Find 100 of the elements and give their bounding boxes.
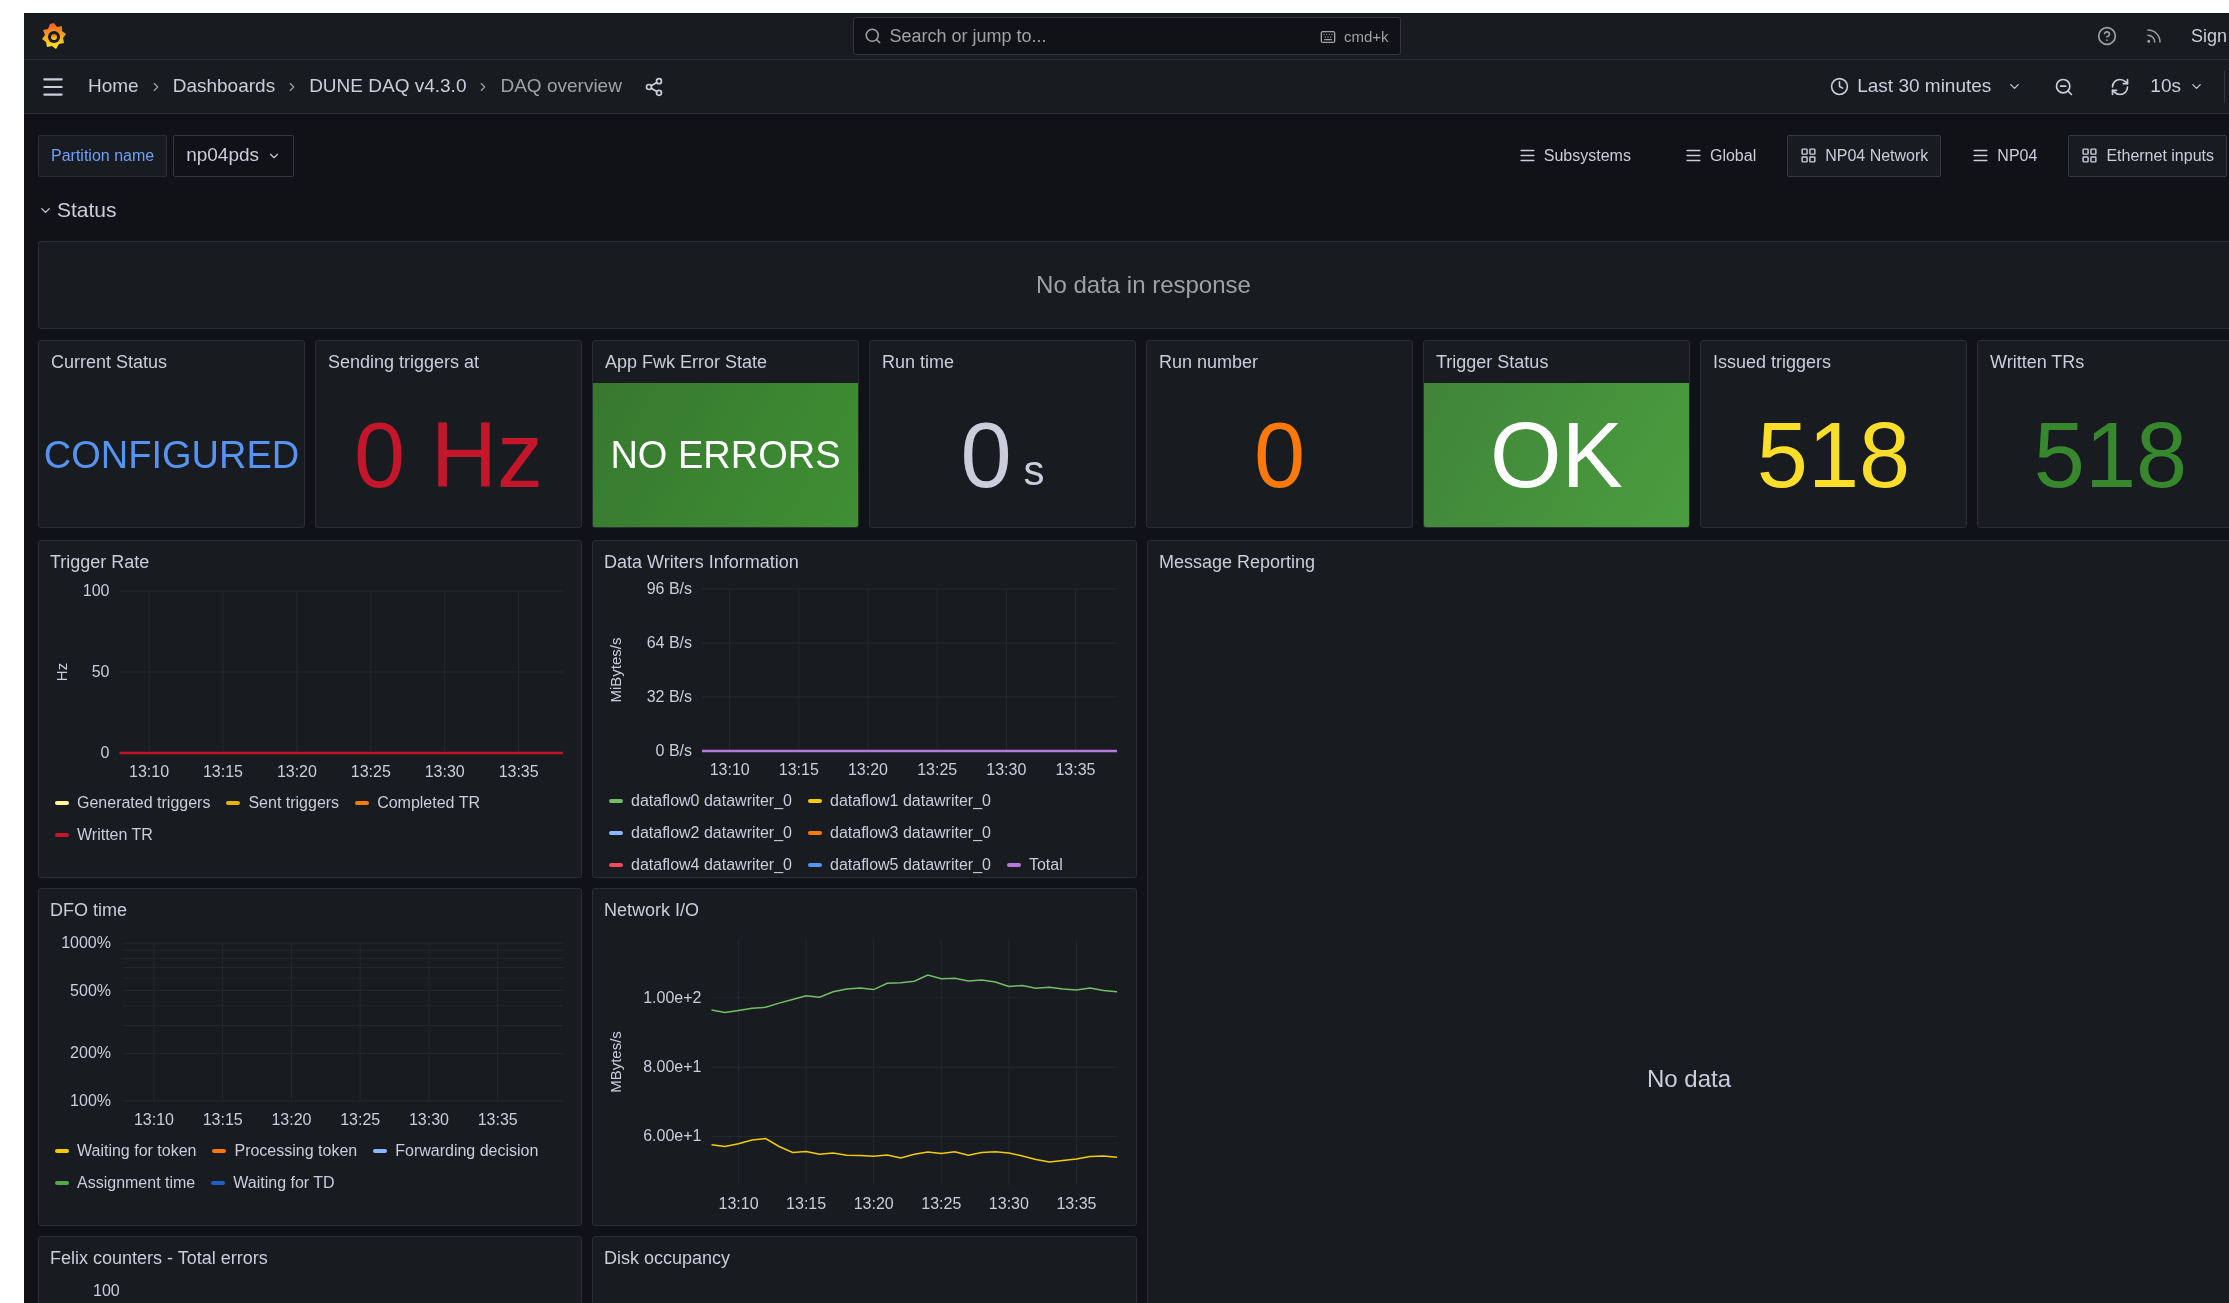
rss-icon[interactable] <box>2144 27 2163 45</box>
tick-label: 13:20 <box>853 1195 894 1212</box>
dashboard-link[interactable]: Subsystems <box>1505 134 1644 177</box>
empty-message: No data <box>1646 1064 1732 1094</box>
tick-label: 13:30 <box>988 1195 1029 1212</box>
sign-in-link[interactable]: Sign <box>2190 22 2227 50</box>
panel-title: App Fwk Error State <box>604 351 769 374</box>
stat-value: 0 <box>1253 409 1306 501</box>
legend-label[interactable]: Forwarding decision <box>395 1139 539 1163</box>
panel-title: Written TRs <box>1989 351 2086 374</box>
legend-label[interactable]: Sent triggers <box>248 791 340 815</box>
axis-label: MBytes/s <box>607 1031 624 1093</box>
legend-label[interactable]: dataflow4 datawriter_0 <box>631 853 792 877</box>
legend-label[interactable]: Written TR <box>77 823 153 847</box>
panel-title: DFO time <box>49 899 128 922</box>
tick-label: 32 B/s <box>646 688 692 705</box>
empty-message: No data in response <box>1036 270 1251 300</box>
panel-title: Issued triggers <box>1712 351 1833 374</box>
tick-label: 64 B/s <box>646 634 692 651</box>
panel-title: Run number <box>1158 351 1260 374</box>
tick-label: 1.00e+2 <box>643 988 702 1006</box>
legend-label[interactable]: dataflow2 datawriter_0 <box>631 821 792 845</box>
refresh-interval-picker[interactable]: 10s <box>2150 72 2204 101</box>
grid-icon <box>1800 147 1818 164</box>
stat-value: 518 <box>2033 409 2188 501</box>
legend-label[interactable]: Waiting for TD <box>233 1171 335 1195</box>
tick-label: 13:20 <box>848 761 888 778</box>
legend-label[interactable]: Total <box>1028 853 1063 877</box>
keyboard-icon <box>1319 29 1336 46</box>
refresh-icon[interactable] <box>2110 76 2131 97</box>
tick-label: 13:10 <box>133 1111 174 1128</box>
legend-label[interactable]: Generated triggers <box>77 791 211 815</box>
stat-value: CONFIGURED <box>43 436 300 474</box>
tick-label: 13:25 <box>917 761 958 778</box>
help-icon[interactable] <box>2096 26 2117 46</box>
dashboard-link[interactable]: Ethernet inputs <box>2068 134 2227 177</box>
panel-title: Data Writers Information <box>603 551 800 574</box>
grid-icon <box>2081 147 2099 164</box>
legend-label[interactable]: dataflow1 datawriter_0 <box>830 789 991 813</box>
zoom-out-icon[interactable] <box>2054 76 2075 97</box>
dashboard-link[interactable]: NP04 Network <box>1787 134 1942 177</box>
dashboard-link[interactable]: NP04 <box>1959 134 2051 177</box>
panel-title: Trigger Status <box>1435 351 1550 374</box>
dashboard-link[interactable]: Global <box>1671 134 1770 177</box>
legend-label[interactable]: Processing token <box>234 1139 358 1163</box>
breadcrumb-link[interactable]: DUNE DAQ v4.3.0 <box>309 72 467 101</box>
legend-label[interactable]: dataflow3 datawriter_0 <box>830 821 991 845</box>
list-icon <box>1972 147 1990 164</box>
variable-dropdown[interactable]: np04pds <box>173 134 295 177</box>
axis-label: Hz <box>53 662 70 682</box>
row-header[interactable]: Status <box>38 195 117 225</box>
legend-label[interactable]: dataflow5 datawriter_0 <box>830 853 991 877</box>
breadcrumb-link[interactable]: DAQ overview <box>500 72 622 101</box>
tick-label: 50 <box>91 663 110 680</box>
legend-label[interactable]: Completed TR <box>377 791 480 815</box>
tick-label: 13:35 <box>498 763 539 780</box>
tick-label: 500% <box>70 981 111 999</box>
panel-title: Sending triggers at <box>327 351 481 374</box>
tick-label: 13:15 <box>778 761 819 778</box>
list-icon <box>1684 147 1702 164</box>
tick-label: 13:30 <box>986 761 1027 778</box>
tick-label: 13:20 <box>271 1111 312 1128</box>
tick-label: 13:25 <box>921 1195 962 1212</box>
logo-icon[interactable] <box>40 21 68 51</box>
tick-label: 13:35 <box>1056 1195 1097 1212</box>
stat-value: NO ERRORS <box>610 436 841 474</box>
tick-label: 0 B/s <box>655 742 692 759</box>
stat-value: 0 <box>960 409 1012 501</box>
tick-label: 6.00e+1 <box>643 1127 702 1145</box>
tick-label: 1000% <box>61 934 111 951</box>
tick-label: 100 <box>93 1281 120 1301</box>
time-range-picker[interactable]: Last 30 minutes <box>1830 72 2023 101</box>
stat-value: OK <box>1490 409 1623 501</box>
breadcrumb-link[interactable]: Home <box>88 72 139 101</box>
tick-label: 100% <box>70 1092 111 1109</box>
tick-label: 13:15 <box>202 1111 243 1128</box>
panel-title: Message Reporting <box>1158 551 1317 574</box>
tick-label: 13:25 <box>340 1111 381 1128</box>
panel-title: Disk occupancy <box>603 1247 732 1270</box>
tick-label: 8.00e+1 <box>643 1058 702 1076</box>
tick-label: 13:15 <box>786 1195 827 1212</box>
tick-label: 13:25 <box>350 763 391 780</box>
list-icon <box>1518 147 1536 164</box>
panel-title: Network I/O <box>603 899 701 922</box>
tick-label: 13:20 <box>276 763 317 780</box>
tick-label: 13:10 <box>718 1195 759 1212</box>
tick-label: 13:30 <box>424 763 465 780</box>
tick-label: 13:30 <box>408 1111 449 1128</box>
legend-label[interactable]: dataflow0 datawriter_0 <box>631 789 792 813</box>
legend-label[interactable]: Waiting for token <box>77 1139 197 1163</box>
breadcrumb-link[interactable]: Dashboards <box>172 72 276 101</box>
legend-label[interactable]: Assignment time <box>77 1171 196 1195</box>
tick-label: 100 <box>82 582 110 599</box>
tick-label: 13:35 <box>1055 761 1096 778</box>
stat-value: 0 Hz <box>353 409 544 501</box>
stat-unit: s <box>1023 450 1045 492</box>
tick-label: 13:10 <box>709 761 750 778</box>
share-icon[interactable] <box>643 76 664 97</box>
panel-title: Felix counters - Total errors <box>49 1247 269 1270</box>
panel-title: Run time <box>881 351 956 374</box>
